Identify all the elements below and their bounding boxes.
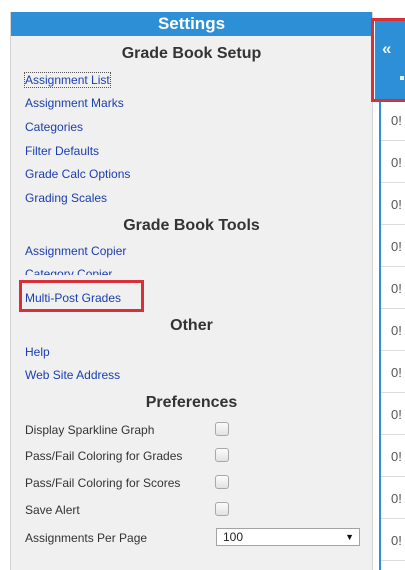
grid-cell: 0! xyxy=(381,310,405,351)
grid-cell: 0! xyxy=(381,142,405,183)
help-link[interactable]: Help xyxy=(25,345,50,359)
per-page-select[interactable]: 100 ▼ xyxy=(216,528,360,546)
collapse-button-highlight xyxy=(371,18,405,102)
other-heading: Other xyxy=(170,317,213,334)
grid-cell: 0! xyxy=(381,436,405,477)
grid-cell-value: 0! xyxy=(391,113,402,128)
sparkline-label: Display Sparkline Graph xyxy=(25,423,155,437)
assignment-list-link[interactable]: Assignment List xyxy=(24,72,111,88)
grade-book-tools-heading: Grade Book Tools xyxy=(123,217,260,234)
save-alert-label: Save Alert xyxy=(25,503,80,517)
grid-cell: 0! xyxy=(381,226,405,267)
per-page-label: Assignments Per Page xyxy=(25,531,148,545)
grade-book-setup-heading: Grade Book Setup xyxy=(121,45,262,62)
web-site-address-link[interactable]: Web Site Address xyxy=(25,368,120,382)
grid-cell-value: 0! xyxy=(391,239,402,254)
pf-scores-checkbox[interactable] xyxy=(215,475,229,489)
grade-calc-options-link[interactable]: Grade Calc Options xyxy=(25,167,130,181)
settings-title: Settings xyxy=(11,12,372,36)
pref-row-save-alert: Save Alert xyxy=(25,501,365,519)
save-alert-checkbox[interactable] xyxy=(215,502,229,516)
grid-cell-value: 0! xyxy=(391,155,402,170)
grid-cell-value: 0! xyxy=(391,491,402,506)
grid-cell-value: 0! xyxy=(391,407,402,422)
multi-post-grades-highlight xyxy=(19,280,144,312)
category-copier-link[interactable]: Category Copier xyxy=(25,267,112,275)
preferences-heading: Preferences xyxy=(145,394,238,411)
pref-row-per-page: Assignments Per Page 100 ▼ xyxy=(25,528,365,547)
grid-cell-value: 0! xyxy=(391,323,402,338)
grid-cell: 0! xyxy=(381,184,405,225)
pref-row-pf-scores: Pass/Fail Coloring for Scores xyxy=(25,474,365,492)
grid-cell: 0! xyxy=(381,394,405,435)
grading-scales-link[interactable]: Grading Scales xyxy=(25,191,107,205)
grid-cell: 0! xyxy=(381,520,405,561)
assignment-copier-link[interactable]: Assignment Copier xyxy=(25,244,126,258)
grid-cell-value: 0! xyxy=(391,365,402,380)
pf-grades-checkbox[interactable] xyxy=(215,448,229,462)
grid-cell: 0! xyxy=(381,268,405,309)
pref-row-pf-grades: Pass/Fail Coloring for Grades xyxy=(25,447,365,465)
settings-panel: Settings Grade Book Setup Assignment Lis… xyxy=(10,12,373,570)
filter-defaults-link[interactable]: Filter Defaults xyxy=(25,144,99,158)
grid-cell-value: 0! xyxy=(391,281,402,296)
grid-cell: 0! xyxy=(381,478,405,519)
pref-row-sparkline: Display Sparkline Graph xyxy=(25,421,365,439)
sparkline-checkbox[interactable] xyxy=(215,422,229,436)
assignment-marks-link[interactable]: Assignment Marks xyxy=(25,96,124,110)
grid-cell-value: 0! xyxy=(391,533,402,548)
grid-cell-value: 0! xyxy=(391,449,402,464)
categories-link[interactable]: Categories xyxy=(25,120,83,134)
per-page-value: 100 xyxy=(223,530,244,544)
pf-grades-label: Pass/Fail Coloring for Grades xyxy=(25,449,183,463)
grid-cell-value: 0! xyxy=(391,197,402,212)
dropdown-arrow-icon: ▼ xyxy=(345,532,354,542)
pf-scores-label: Pass/Fail Coloring for Scores xyxy=(25,476,181,490)
grid-cell: 0! xyxy=(381,352,405,393)
grid-cell: 0! xyxy=(381,100,405,141)
